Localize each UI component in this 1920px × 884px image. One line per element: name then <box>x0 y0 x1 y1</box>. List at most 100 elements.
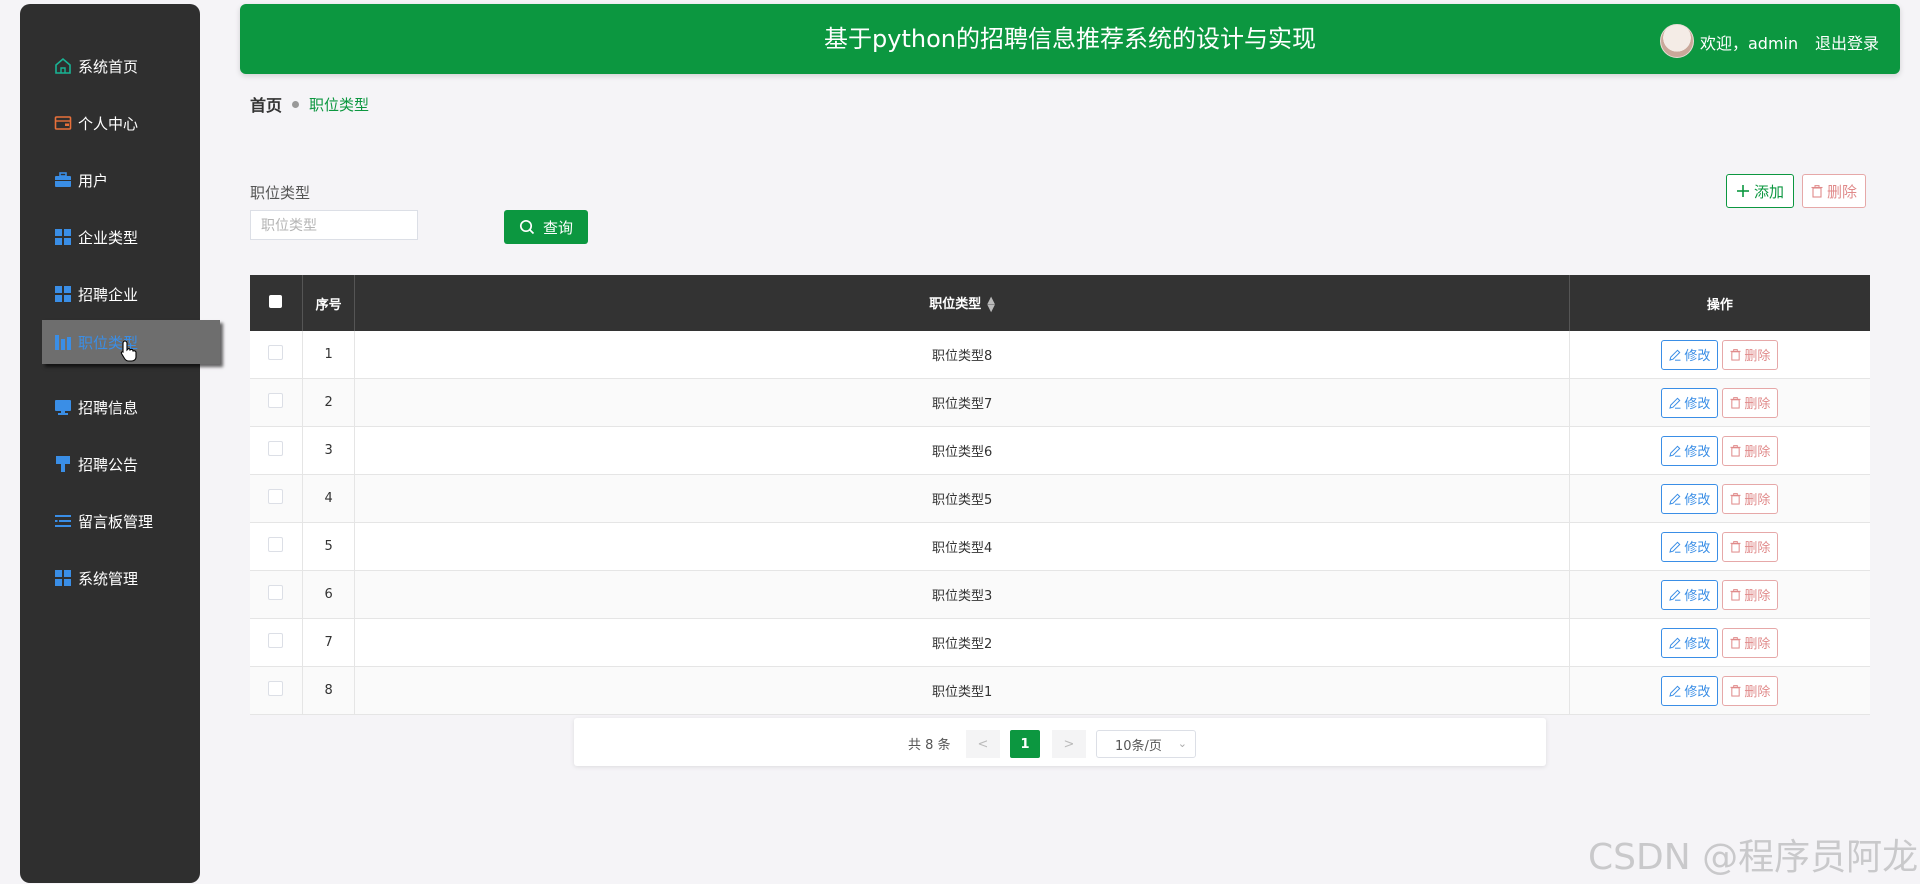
edit-button[interactable]: 修改 <box>1661 435 1719 466</box>
delete-button[interactable]: 删除 <box>1722 627 1779 658</box>
table-row: 3 职位类型6 修改 删除 <box>250 426 1870 475</box>
sidebar-item-home[interactable]: 系统首页 <box>20 44 200 88</box>
row-actions: 修改 删除 <box>1569 666 1870 715</box>
avatar[interactable] <box>1660 24 1694 58</box>
row-checkbox[interactable] <box>268 633 284 648</box>
row-checkbox[interactable] <box>268 345 284 360</box>
sidebar-item-users[interactable]: 用户 <box>20 158 200 202</box>
monitor-icon <box>55 400 71 415</box>
sidebar-item-profile[interactable]: 个人中心 <box>20 101 200 145</box>
select-all-cell <box>250 275 303 331</box>
home-icon <box>55 57 71 74</box>
sidebar-item-message-board[interactable]: 留言板管理 <box>20 499 200 543</box>
row-index: 7 <box>302 618 356 667</box>
sidebar-item-announcement[interactable]: 招聘公告 <box>20 442 200 486</box>
edit-button-label: 修改 <box>1684 685 1711 700</box>
edit-icon <box>1669 397 1681 409</box>
breadcrumb-home[interactable]: 首页 <box>250 92 282 116</box>
row-checkbox[interactable] <box>268 441 284 456</box>
delete-button[interactable]: 删除 <box>1722 531 1779 562</box>
logout-link[interactable]: 退出登录 <box>1815 30 1879 54</box>
header-job-type[interactable]: 职位类型 ▲ ▼ <box>354 275 1570 331</box>
page-1[interactable]: 1 <box>1010 730 1040 758</box>
row-actions: 修改 删除 <box>1569 474 1870 523</box>
row-checkbox[interactable] <box>268 489 284 504</box>
sidebar-item-job-info[interactable]: 招聘信息 <box>20 385 200 429</box>
delete-button[interactable]: 删除 <box>1722 339 1779 370</box>
delete-button[interactable]: 删除 <box>1722 435 1779 466</box>
sidebar-item-job-type[interactable]: 职位类型 <box>42 320 220 364</box>
plus-icon <box>1736 185 1749 197</box>
breadcrumb-separator <box>292 100 300 108</box>
chevron-down-icon: ⌄ <box>1177 737 1187 750</box>
total-count: 共 8 条 <box>908 738 951 753</box>
add-button-label: 添加 <box>1753 183 1784 201</box>
row-select-cell <box>250 474 303 523</box>
job-type-table: 序号 职位类型 ▲ ▼ 操作 1 职位类型8 修改 删除 2 职位类型7 修改 删除 3 职位类型6 修… <box>250 275 1870 715</box>
row-index: 5 <box>302 522 356 571</box>
edit-button[interactable]: 修改 <box>1661 339 1719 370</box>
batch-delete-label: 删除 <box>1826 183 1857 201</box>
row-select-cell <box>250 666 303 715</box>
sidebar-item-company-type[interactable]: 企业类型 <box>20 215 200 259</box>
prev-page-button[interactable]: < <box>966 730 1000 758</box>
edit-button-label: 修改 <box>1684 637 1711 652</box>
edit-button-label: 修改 <box>1684 493 1711 508</box>
row-job-type: 职位类型5 <box>354 474 1570 523</box>
row-checkbox[interactable] <box>268 393 284 408</box>
query-button[interactable]: 查询 <box>504 210 588 244</box>
breadcrumb: 首页 职位类型 <box>250 92 369 116</box>
sidebar-item-label: 招聘企业 <box>78 285 139 304</box>
row-job-type: 职位类型8 <box>354 331 1570 379</box>
add-button[interactable]: 添加 <box>1726 174 1794 208</box>
sidebar-item-label: 招聘公告 <box>78 455 139 474</box>
search-input[interactable] <box>250 210 418 240</box>
edit-icon <box>1669 589 1681 601</box>
row-checkbox[interactable] <box>268 537 284 552</box>
breadcrumb-current: 职位类型 <box>309 95 370 114</box>
delete-button-label: 删除 <box>1744 397 1771 412</box>
edit-button[interactable]: 修改 <box>1661 627 1719 658</box>
sidebar-item-company[interactable]: 招聘企业 <box>20 272 200 316</box>
edit-button[interactable]: 修改 <box>1661 387 1719 418</box>
row-checkbox[interactable] <box>268 681 284 696</box>
row-index: 4 <box>302 474 356 523</box>
sort-icon[interactable]: ▲ ▼ <box>987 295 995 313</box>
grid-icon <box>55 570 71 586</box>
row-job-type: 职位类型4 <box>354 522 1570 571</box>
table-row: 8 职位类型1 修改 删除 <box>250 666 1870 715</box>
edit-icon <box>1669 685 1681 697</box>
row-index: 2 <box>302 378 356 427</box>
trash-icon <box>1730 684 1741 697</box>
delete-button-label: 删除 <box>1744 685 1771 700</box>
row-job-type: 职位类型6 <box>354 426 1570 475</box>
select-all-checkbox[interactable] <box>269 294 283 308</box>
row-actions: 修改 删除 <box>1569 378 1870 427</box>
next-page-button[interactable]: > <box>1052 730 1086 758</box>
edit-button[interactable]: 修改 <box>1661 531 1719 562</box>
pin-icon <box>56 456 70 472</box>
grid-icon <box>55 286 71 302</box>
row-actions: 修改 删除 <box>1569 426 1870 475</box>
edit-button-label: 修改 <box>1684 349 1711 364</box>
edit-icon <box>1669 637 1681 649</box>
edit-button[interactable]: 修改 <box>1661 675 1719 706</box>
delete-button[interactable]: 删除 <box>1722 579 1779 610</box>
batch-delete-button[interactable]: 删除 <box>1802 174 1866 208</box>
delete-button[interactable]: 删除 <box>1722 483 1779 514</box>
delete-button-label: 删除 <box>1744 541 1771 556</box>
edit-button[interactable]: 修改 <box>1661 483 1719 514</box>
row-index: 3 <box>302 426 356 475</box>
sidebar-item-label: 留言板管理 <box>78 512 154 531</box>
delete-button[interactable]: 删除 <box>1722 675 1779 706</box>
trash-icon <box>1730 540 1741 553</box>
welcome-text: 欢迎，admin <box>1700 34 1799 53</box>
edit-button[interactable]: 修改 <box>1661 579 1719 610</box>
page-size-select[interactable]: 10条/页 ⌄ <box>1096 730 1196 758</box>
sidebar-item-system[interactable]: 系统管理 <box>20 556 200 600</box>
row-select-cell <box>250 618 303 667</box>
delete-button[interactable]: 删除 <box>1722 387 1779 418</box>
row-checkbox[interactable] <box>268 585 284 600</box>
top-header: 基于python的招聘信息推荐系统的设计与实现 欢迎，admin 退出登录 <box>240 4 1900 74</box>
table-row: 5 职位类型4 修改 删除 <box>250 522 1870 571</box>
